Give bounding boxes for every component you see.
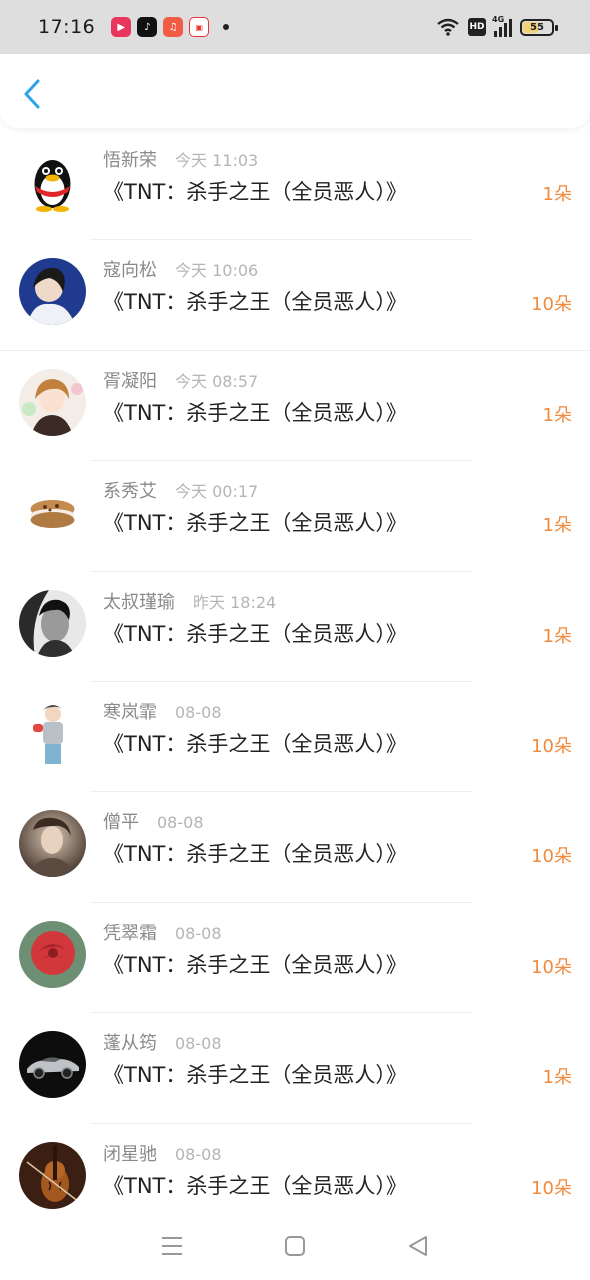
book-title: 《TNT：杀手之王（全员恶人）》 xyxy=(103,290,407,315)
flower-count: 1朵 xyxy=(542,184,572,205)
timestamp: 昨天 18:24 xyxy=(193,592,277,612)
book-title: 《TNT：杀手之王（全员恶人）》 xyxy=(103,400,407,425)
battery-icon: 55 xyxy=(520,18,558,36)
navigation-bar xyxy=(0,1212,590,1280)
violin-avatar[interactable] xyxy=(19,1141,86,1209)
status-time: 17:16 xyxy=(38,16,96,38)
menu-icon xyxy=(161,1237,182,1255)
flower-count: 10朵 xyxy=(531,1177,572,1199)
user-name[interactable]: 太叔瑾瑜 xyxy=(103,588,175,614)
flower-count: 10朵 xyxy=(531,294,572,316)
timestamp: 08-08 xyxy=(175,702,222,722)
flower-count: 1朵 xyxy=(542,625,572,647)
cookie-avatar[interactable] xyxy=(19,479,86,547)
signal-icon: 4G xyxy=(492,15,512,37)
blurred-photo-avatar[interactable] xyxy=(19,810,86,878)
shopping-app-icon: ▣ xyxy=(189,17,210,37)
flower-count: 1朵 xyxy=(542,1067,572,1089)
name-line: 悟新荣 今天 11:03 xyxy=(103,146,258,172)
name-line: 蓬从筠 08-08 xyxy=(103,1029,222,1055)
user-name[interactable]: 胥凝阳 xyxy=(103,367,157,393)
flower-count: 1朵 xyxy=(542,404,572,426)
home-button[interactable] xyxy=(275,1226,315,1266)
list-item[interactable]: 太叔瑾瑜 昨天 18:24 《TNT：杀手之王（全员恶人）》 1朵 xyxy=(0,572,590,682)
flower-count: 10朵 xyxy=(531,846,572,868)
list-item[interactable]: 僧平 08-08 《TNT：杀手之王（全员恶人）》 10朵 xyxy=(0,792,590,903)
illustration-avatar[interactable] xyxy=(19,699,86,767)
status-bar: 17:16 ▶ ♪ ♫ ▣ HD 4G 55 xyxy=(0,0,590,54)
video-app-icon: ▶ xyxy=(111,17,132,37)
timestamp: 08-08 xyxy=(175,1034,222,1054)
qq-penguin-avatar[interactable] xyxy=(19,148,86,215)
portrait-avatar[interactable] xyxy=(19,258,86,326)
chevron-left-icon xyxy=(24,79,40,109)
book-title: 《TNT：杀手之王（全员恶人）》 xyxy=(103,731,407,756)
back-button[interactable] xyxy=(18,78,46,110)
bw-portrait-avatar[interactable] xyxy=(19,589,86,657)
user-name[interactable]: 闭星驰 xyxy=(103,1140,157,1166)
network-type: 4G xyxy=(492,15,505,24)
list-item[interactable]: 蓬从筠 08-08 《TNT：杀手之王（全员恶人）》 1朵 xyxy=(0,1013,590,1124)
timestamp: 今天 08:57 xyxy=(175,371,259,391)
book-title: 《TNT：杀手之王（全员恶人）》 xyxy=(103,621,407,646)
home-square-icon xyxy=(284,1236,305,1256)
back-nav-button[interactable] xyxy=(398,1226,438,1266)
music-app-icon: ♫ xyxy=(163,17,184,37)
list-item[interactable]: 凭翠霜 08-08 《TNT：杀手之王（全员恶人）》 10朵 xyxy=(0,903,590,1014)
battery-text: 55 xyxy=(530,21,544,33)
timestamp: 08-08 xyxy=(157,813,204,833)
timestamp: 今天 00:17 xyxy=(175,482,259,502)
notification-icons: ▶ ♪ ♫ ▣ xyxy=(111,17,210,37)
user-name[interactable]: 凭翠霜 xyxy=(103,919,157,945)
timestamp: 08-08 xyxy=(175,1144,222,1164)
user-name[interactable]: 寇向松 xyxy=(103,256,157,282)
list-item[interactable]: 寒岚霏 08-08 《TNT：杀手之王（全员恶人）》 10朵 xyxy=(0,682,590,793)
book-title: 《TNT：杀手之王（全员恶人）》 xyxy=(103,180,407,204)
list-item[interactable]: 系秀艾 今天 00:17 《TNT：杀手之王（全员恶人）》 1朵 xyxy=(0,461,590,572)
timestamp: 今天 10:06 xyxy=(175,261,259,281)
more-notifications-dot xyxy=(223,24,230,30)
name-line: 系秀艾 今天 00:17 xyxy=(103,477,258,503)
name-line: 僧平 08-08 xyxy=(103,808,204,834)
user-name[interactable]: 悟新荣 xyxy=(103,146,157,172)
list-item[interactable]: 悟新荣 今天 11:03 《TNT：杀手之王（全员恶人）》 1朵 xyxy=(0,130,590,241)
name-line: 闭星驰 08-08 xyxy=(103,1140,222,1166)
list-item[interactable]: 胥凝阳 今天 08:57 《TNT：杀手之王（全员恶人）》 1朵 xyxy=(0,351,590,462)
name-line: 寒岚霏 08-08 xyxy=(103,698,222,724)
gift-list: 悟新荣 今天 11:03 《TNT：杀手之王（全员恶人）》 1朵 寇向松 今天 … xyxy=(0,130,590,1234)
name-line: 胥凝阳 今天 08:57 xyxy=(103,367,258,393)
tiktok-icon: ♪ xyxy=(137,17,158,37)
book-title: 《TNT：杀手之王（全员恶人）》 xyxy=(103,1063,407,1088)
book-title: 《TNT：杀手之王（全员恶人）》 xyxy=(103,1173,407,1198)
user-name[interactable]: 僧平 xyxy=(103,808,139,834)
car-avatar[interactable] xyxy=(19,1031,86,1099)
name-line: 凭翠霜 08-08 xyxy=(103,919,222,945)
hd-icon: HD xyxy=(468,18,486,36)
user-name[interactable]: 蓬从筠 xyxy=(103,1029,157,1055)
anime-avatar[interactable] xyxy=(19,368,86,436)
triangle-back-icon xyxy=(409,1236,428,1256)
user-name[interactable]: 寒岚霏 xyxy=(103,698,157,724)
menu-button[interactable] xyxy=(152,1226,192,1266)
name-line: 寇向松 今天 10:06 xyxy=(103,256,258,282)
timestamp: 今天 11:03 xyxy=(175,151,259,170)
book-title: 《TNT：杀手之王（全员恶人）》 xyxy=(103,952,407,977)
flower-count: 10朵 xyxy=(531,735,572,757)
book-title: 《TNT：杀手之王（全员恶人）》 xyxy=(103,511,407,536)
wifi-icon xyxy=(437,18,459,36)
flower-count: 1朵 xyxy=(542,515,572,537)
timestamp: 08-08 xyxy=(175,923,222,943)
name-line: 太叔瑾瑜 昨天 18:24 xyxy=(103,588,276,614)
list-item[interactable]: 寇向松 今天 10:06 《TNT：杀手之王（全员恶人）》 10朵 xyxy=(0,240,590,351)
rose-avatar[interactable] xyxy=(19,920,86,988)
header xyxy=(0,54,590,128)
flower-count: 10朵 xyxy=(531,956,572,978)
book-title: 《TNT：杀手之王（全员恶人）》 xyxy=(103,842,407,867)
user-name[interactable]: 系秀艾 xyxy=(103,477,157,503)
status-right: HD 4G 55 xyxy=(436,15,558,37)
